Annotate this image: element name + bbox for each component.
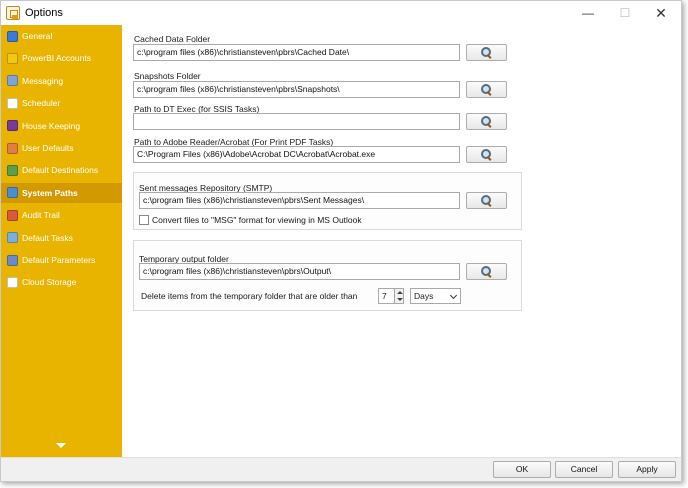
sidebar-item-label: Default Tasks (22, 232, 73, 243)
ok-button[interactable]: OK (493, 461, 551, 478)
sidebar-item-label: General (22, 31, 53, 41)
title-bar: Options — ☐ ✕ (1, 1, 681, 25)
temp-output-group: Temporary output folder c:\program files… (133, 240, 522, 311)
maximize-button[interactable]: ☐ (610, 4, 640, 22)
minimize-button[interactable]: — (573, 4, 603, 22)
convert-msg-checkbox[interactable] (139, 215, 149, 225)
cloud-icon (7, 276, 18, 288)
cancel-button[interactable]: Cancel (555, 461, 613, 478)
sidebar-item-house-keeping[interactable]: House Keeping (1, 116, 122, 136)
sidebar-item-scheduler[interactable]: Scheduler (1, 93, 122, 113)
delete-age-input[interactable]: 7 (378, 288, 395, 304)
dtexec-path-input[interactable] (133, 113, 460, 130)
delete-unit-value: Days (414, 291, 434, 301)
sidebar-item-default-parameters[interactable]: Default Parameters (1, 250, 122, 270)
chevron-up-icon (397, 291, 403, 294)
cached-folder-label: Cached Data Folder (134, 34, 211, 44)
sidebar-item-label: Default Destinations (22, 165, 99, 176)
sidebar-item-general[interactable]: General (1, 26, 122, 46)
snapshots-folder-label: Snapshots Folder (134, 71, 201, 81)
default-tasks-icon (7, 232, 18, 244)
chevron-down-icon (449, 291, 458, 300)
sidebar-item-label: Default Parameters (22, 255, 96, 265)
chevron-down-icon (397, 298, 403, 301)
sent-messages-input[interactable]: c:\program files (x86)\christiansteven\p… (139, 192, 460, 209)
window-title: Options (25, 7, 63, 19)
convert-msg-label: Convert files to "MSG" format for viewin… (152, 215, 362, 225)
temp-output-input[interactable]: c:\program files (x86)\christiansteven\p… (139, 263, 460, 280)
sidebar-item-label: House Keeping (22, 120, 81, 131)
options-window: Options — ☐ ✕ General PowerBI Accounts Mes… (0, 0, 682, 482)
sidebar-item-audit-trail[interactable]: Audit Trail (1, 205, 122, 225)
adobe-path-browse-button[interactable] (466, 146, 507, 163)
delete-age-stepper[interactable] (394, 288, 404, 304)
sidebar-item-system-paths[interactable]: System Paths (1, 182, 122, 203)
search-icon (481, 84, 492, 95)
scroll-down-icon[interactable] (56, 443, 66, 448)
sidebar-item-label: Messaging (22, 75, 64, 86)
parameters-icon (7, 254, 18, 266)
sidebar-item-label: Audit Trail (22, 210, 60, 221)
sidebar-item-label: PowerBI Accounts (22, 53, 91, 64)
ok-button-label: OK (515, 464, 529, 474)
sidebar-item-label: Cloud Storage (22, 277, 77, 288)
messaging-icon (7, 75, 18, 87)
user-defaults-icon (7, 142, 18, 154)
delete-older-label: Delete items from the temporary folder t… (141, 291, 358, 301)
housekeeping-icon (7, 120, 18, 132)
apply-button-label: Apply (636, 464, 658, 474)
sidebar-item-label: Scheduler (22, 98, 61, 109)
system-paths-panel: Cached Data Folder c:\program files (x86… (122, 25, 681, 457)
sidebar-item-messaging[interactable]: Messaging (1, 71, 122, 91)
search-icon (481, 47, 492, 58)
sent-messages-group: Sent messages Repository (SMTP) c:\progr… (133, 172, 522, 230)
search-icon (481, 149, 492, 160)
search-icon (481, 266, 492, 277)
temp-output-browse-button[interactable] (466, 263, 507, 280)
sidebar-item-powerbi-accounts[interactable]: PowerBI Accounts (1, 48, 122, 68)
search-icon (481, 116, 492, 127)
close-button[interactable]: ✕ (646, 4, 676, 22)
audit-trail-icon (7, 209, 18, 221)
sidebar-item-cloud-storage[interactable]: Cloud Storage (1, 272, 122, 292)
sidebar-item-label: User Defaults (22, 143, 74, 153)
snapshots-folder-browse-button[interactable] (466, 81, 507, 98)
cached-folder-browse-button[interactable] (466, 44, 507, 61)
sidebar-item-user-defaults[interactable]: User Defaults (1, 138, 122, 158)
delete-unit-select[interactable]: Days (410, 288, 461, 304)
search-icon (481, 195, 492, 206)
apply-button[interactable]: Apply (618, 461, 676, 478)
powerbi-icon (7, 52, 18, 64)
app-icon (6, 6, 20, 20)
cancel-button-label: Cancel (570, 464, 598, 474)
snapshots-folder-input[interactable]: c:\program files (x86)\christiansteven\p… (133, 81, 460, 98)
system-paths-icon (7, 187, 18, 199)
options-sidebar: General PowerBI Accounts Messaging Schedule… (1, 25, 122, 457)
dialog-footer: OK Cancel Apply (1, 457, 681, 481)
destinations-icon (7, 164, 18, 176)
general-icon (7, 30, 18, 42)
cached-folder-input[interactable]: c:\program files (x86)\christiansteven\p… (133, 44, 460, 61)
adobe-path-input[interactable]: C:\Program Files (x86)\Adobe\Acrobat DC\… (133, 146, 460, 163)
dtexec-path-browse-button[interactable] (466, 113, 507, 130)
scheduler-icon (7, 97, 18, 109)
sidebar-item-label: System Paths (22, 187, 78, 198)
sidebar-item-default-tasks[interactable]: Default Tasks (1, 228, 122, 248)
sent-messages-browse-button[interactable] (466, 192, 507, 209)
sidebar-item-default-destinations[interactable]: Default Destinations (1, 160, 122, 180)
